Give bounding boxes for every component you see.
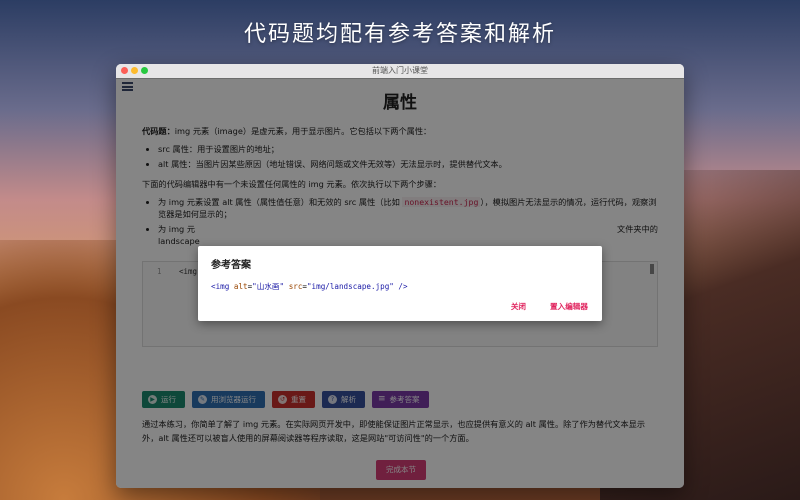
window-title: 前端入门小课堂: [372, 66, 428, 75]
answer-code: <img alt="山水画" src="img/landscape.jpg" /…: [211, 282, 408, 291]
modal-actions: 关闭 置入编辑器: [511, 301, 588, 312]
answer-modal: 参考答案 <img alt="山水画" src="img/landscape.j…: [198, 246, 602, 321]
code-tag-close: />: [393, 282, 408, 291]
modal-title: 参考答案: [211, 260, 251, 271]
code-attr-src: src: [288, 282, 303, 291]
title-bar: 前端入门小课堂: [116, 64, 684, 79]
code-value-alt: "山水画": [252, 282, 285, 291]
close-window-button[interactable]: [121, 67, 128, 74]
minimize-window-button[interactable]: [131, 67, 138, 74]
close-modal-button[interactable]: 关闭: [511, 301, 526, 312]
code-value-src: "img/landscape.jpg": [306, 282, 394, 291]
marketing-headline: 代码题均配有参考答案和解析: [243, 22, 556, 47]
traffic-lights: [121, 67, 148, 74]
code-tag-open: <img: [211, 282, 230, 291]
insert-into-editor-button[interactable]: 置入编辑器: [550, 301, 588, 312]
code-attr-alt: alt: [233, 282, 248, 291]
zoom-window-button[interactable]: [141, 67, 148, 74]
